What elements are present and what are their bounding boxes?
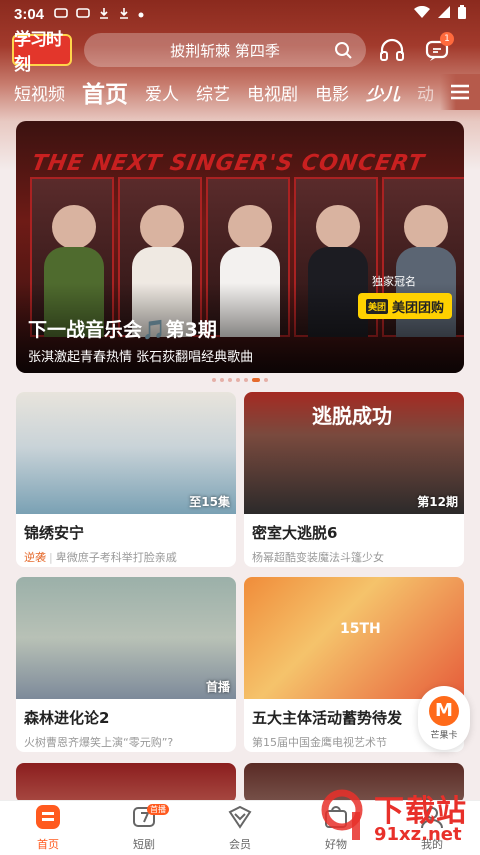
hero-banner[interactable]: THE NEXT SINGER'S CONCERT 独家冠名 美团 美团团购 下… — [16, 121, 464, 373]
system-status — [414, 4, 466, 24]
tab-short-video[interactable]: 短视频 — [14, 80, 65, 105]
card-title: 密室大逃脱6 — [252, 524, 338, 542]
episode-tag: 至15集 — [189, 495, 230, 509]
tab-movies[interactable]: 电影 — [315, 80, 349, 105]
carousel-dot — [220, 378, 224, 382]
app-notification-icon — [54, 7, 68, 22]
carousel-dot — [236, 378, 240, 382]
banner-subtitle: 张淇激起青春热情 张石荻翻唱经典歌曲 — [28, 350, 254, 365]
tabbar-vip[interactable]: 会员 — [192, 801, 288, 855]
watermark-logo-icon — [320, 788, 372, 844]
content-card[interactable]: 至15集 锦绣安宁 逆袭 | 卑微庶子考科举打脸亲戚 — [16, 392, 236, 567]
watermark-url: 91xz.net — [374, 824, 462, 845]
notification-icons — [54, 7, 144, 22]
short-drama-badge: 首播 — [147, 804, 169, 815]
site-watermark: 下载站 91xz.net — [318, 782, 480, 852]
tabbar-home[interactable]: 首页 — [0, 801, 96, 855]
message-icon[interactable]: 1 — [418, 30, 458, 70]
tabbar-label: 会员 — [229, 838, 251, 851]
card-description: 火树曹恩齐爆笑上演“零元购”? — [24, 736, 174, 749]
mango-card-button[interactable]: M 芒果卡 — [418, 686, 470, 750]
menu-icon[interactable] — [440, 74, 480, 110]
category-tabs: 短视频 首页 爱人 综艺 电视剧 电影 少儿 动 — [0, 74, 480, 110]
download-icon — [98, 7, 110, 22]
search-placeholder: 披荆斩棘 第四季 — [170, 41, 280, 60]
app-header: 学习时刻 披荆斩棘 第四季 1 — [0, 30, 480, 75]
carousel-dot-active — [252, 378, 260, 382]
carousel-dot — [212, 378, 216, 382]
card-title: 锦绣安宁 — [24, 524, 85, 542]
wifi-icon — [414, 5, 430, 23]
mango-logo-icon: M — [429, 695, 459, 726]
tab-kids[interactable]: 少儿 — [366, 80, 400, 105]
headphones-icon[interactable] — [372, 30, 412, 70]
tab-home[interactable]: 首页 — [82, 75, 128, 109]
tabbar-label: 短剧 — [133, 838, 155, 851]
search-icon — [334, 41, 352, 63]
episode-tag: 第12期 — [417, 495, 458, 509]
meituan-logo: 美团 — [365, 298, 388, 314]
card-thumbnail: 至15集 — [16, 392, 236, 514]
thumbnail-text: 15TH — [340, 621, 381, 637]
download-icon — [118, 7, 130, 22]
more-dot-icon — [138, 7, 144, 21]
mango-card-label: 芒果卡 — [430, 730, 458, 741]
status-bar: 3:04 — [0, 0, 480, 28]
tabbar-label: 首页 — [37, 838, 59, 851]
carousel-dot — [244, 378, 248, 382]
card-thumbnail: 逃脱成功 第12期 — [244, 392, 464, 514]
tabbar-short-drama[interactable]: 首播 短剧 — [96, 801, 192, 855]
card-highlight: 逆袭 — [24, 551, 46, 564]
vip-icon — [227, 804, 253, 834]
content-card[interactable] — [16, 763, 236, 803]
carousel-indicator — [0, 378, 480, 382]
sponsor-name: 美团团购 — [391, 300, 444, 316]
card-thumbnail — [16, 763, 236, 803]
carousel-dot — [228, 378, 232, 382]
message-badge: 1 — [440, 32, 454, 46]
content-card[interactable]: 逃脱成功 第12期 密室大逃脱6 杨幂超酷变装魔法斗篷少女 — [244, 392, 464, 567]
content-card[interactable]: 首播 森林进化论2 火树曹恩齐爆笑上演“零元购”? — [16, 577, 236, 752]
card-thumbnail: 15TH — [244, 577, 464, 699]
banner-title: 下一战音乐会🎵第3期 — [28, 319, 217, 341]
app-logo[interactable]: 学习时刻 — [12, 30, 72, 75]
battery-icon — [458, 4, 466, 24]
search-bar[interactable]: 披荆斩棘 第四季 — [84, 33, 366, 67]
episode-tag: 首播 — [205, 680, 230, 694]
app-notification-icon — [76, 7, 90, 22]
banner-art-title: THE NEXT SINGER'S CONCERT — [29, 151, 427, 176]
card-description: 杨幂超酷变装魔法斗篷少女 — [252, 551, 384, 564]
card-subtitle: 逆袭 | 卑微庶子考科举打脸亲戚 — [24, 551, 177, 564]
card-thumbnail: 首播 — [16, 577, 236, 699]
home-icon — [35, 804, 61, 834]
tab-tv-series[interactable]: 电视剧 — [247, 80, 298, 105]
carousel-dot — [264, 378, 268, 382]
tab-lover[interactable]: 爱人 — [145, 80, 179, 105]
card-title: 森林进化论2 — [24, 709, 110, 727]
sponsor-label: 独家冠名 — [372, 275, 416, 288]
tab-anime[interactable]: 动 — [417, 80, 434, 105]
tab-variety[interactable]: 综艺 — [196, 80, 230, 105]
thumbnail-text: 逃脱成功 — [312, 404, 392, 428]
signal-icon — [438, 5, 450, 23]
sponsor-badge: 美团 美团团购 — [357, 293, 452, 319]
card-description: 卑微庶子考科举打脸亲戚 — [55, 551, 177, 564]
status-time: 3:04 — [14, 5, 45, 23]
